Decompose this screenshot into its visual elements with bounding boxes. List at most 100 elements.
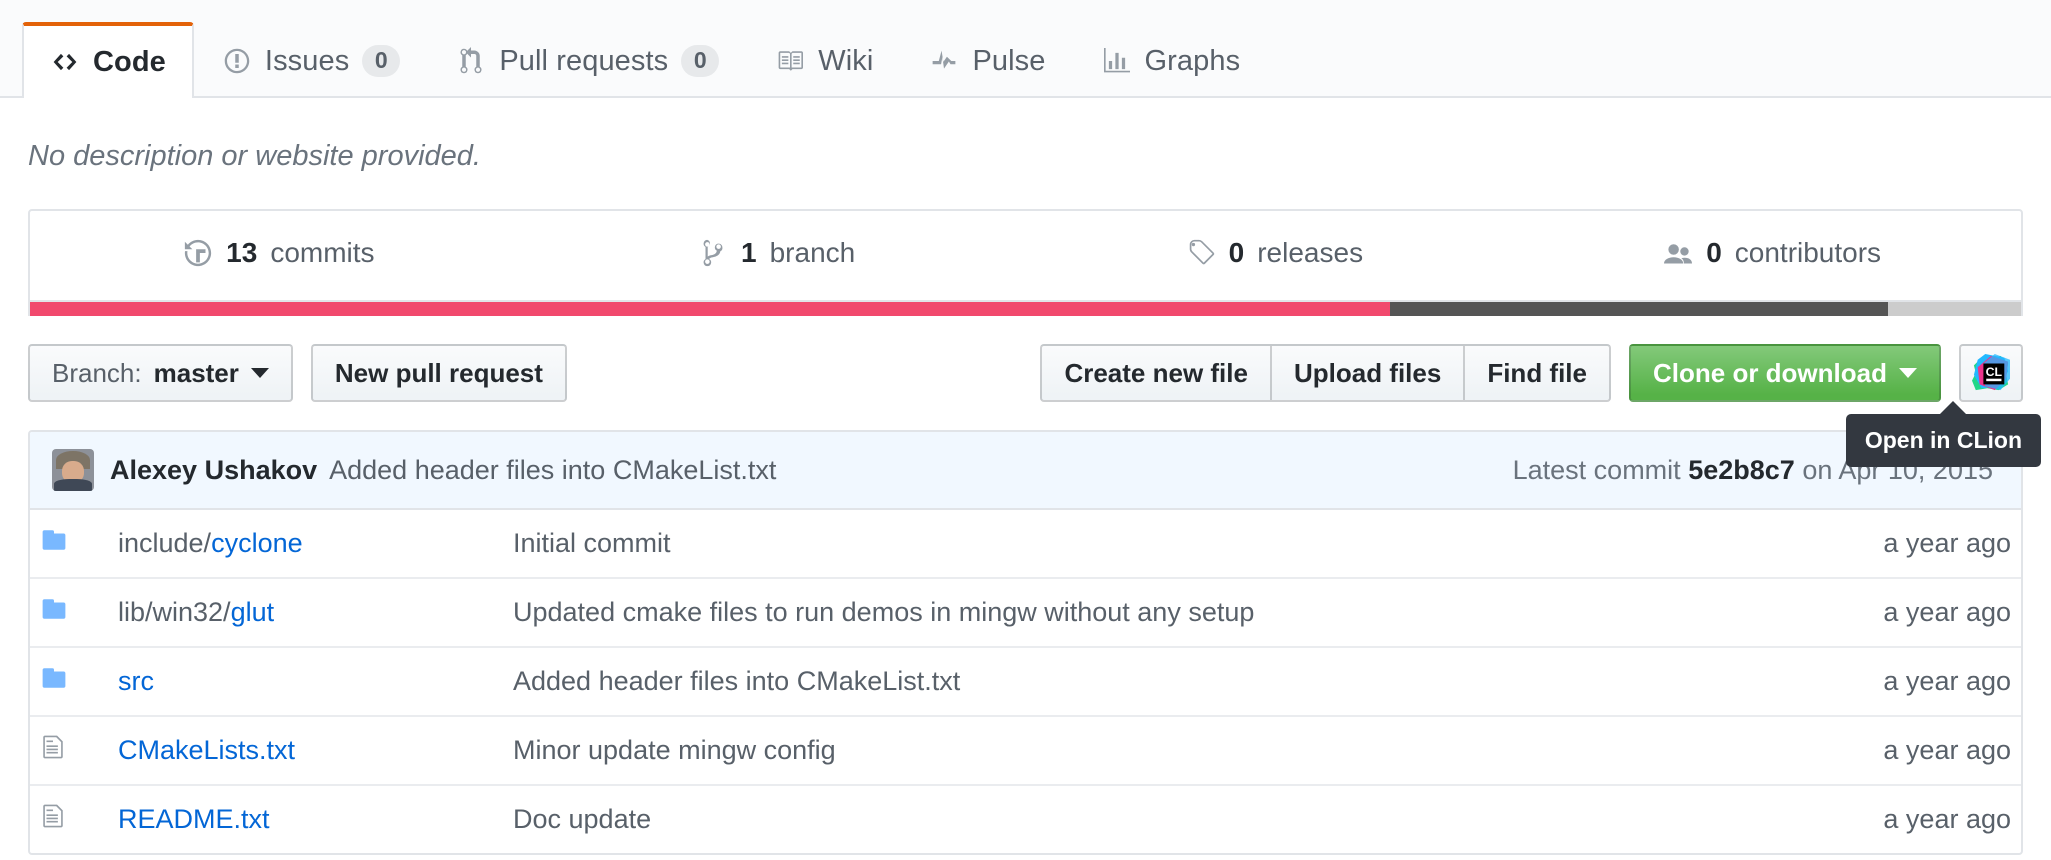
tab-wiki[interactable]: Wiki (747, 24, 901, 96)
avatar (52, 449, 94, 491)
file-navigation-toolbar: Branch: master New pull request Create n… (28, 344, 2041, 467)
file-name-cell: include/cyclone (108, 510, 503, 578)
file-commit-message-link[interactable]: Added header files into CMakeList.txt (513, 666, 960, 696)
repository-page: Code Issues 0 Pull requests 0 Wiki Pulse Graphs… (0, 0, 2051, 860)
file-age-cell: a year ago (1883, 528, 2011, 558)
summary-link-branch[interactable]: 1 branch (698, 237, 855, 269)
tab-label: Issues (264, 44, 350, 77)
file-message-cell: Updated cmake files to run demos in ming… (503, 578, 1775, 647)
file-icon-cell (30, 510, 108, 578)
summary-link-releases[interactable]: 0 releases (1186, 237, 1363, 269)
file-icon-cell (30, 785, 108, 853)
commit-sha-link[interactable]: 5e2b8c7 (1688, 455, 1795, 485)
tag-icon (1186, 238, 1216, 268)
commit-message-link[interactable]: Added header files into CMakeList.txt (329, 455, 776, 486)
summary-count: 0 (1228, 237, 1245, 268)
file-age-cell: a year ago (1883, 735, 2011, 765)
clone-or-download-label: Clone or download (1653, 358, 1887, 388)
pulse-icon (929, 46, 959, 76)
tab-graphs[interactable]: Graphs (1074, 24, 1269, 96)
file-name-cell: lib/win32/glut (108, 578, 503, 647)
file-directory-icon (40, 527, 68, 553)
repository-summary: 13 commits 1 branch 0 releases 0 contributors (28, 209, 2023, 302)
file-message-cell: Minor update mingw config (503, 716, 1775, 785)
file-directory-icon (40, 596, 68, 622)
find-file-button[interactable]: Find file (1463, 344, 1611, 402)
summary-count: 1 (741, 237, 757, 268)
tab-pull-requests[interactable]: Pull requests 0 (428, 24, 747, 96)
summary-label: branch (769, 237, 856, 268)
commit-date-preposition: on (1802, 454, 1833, 485)
file-name-link[interactable]: glut (231, 597, 275, 627)
summary-link-contributors[interactable]: 0 contributors (1663, 237, 1881, 269)
branch-name-label: master (153, 358, 239, 388)
file-age-cell: a year ago (1883, 666, 2011, 696)
file-icon-cell (30, 647, 108, 716)
create-new-file-button[interactable]: Create new file (1040, 344, 1272, 402)
file-message-cell: Initial commit (503, 510, 1775, 578)
file-name-link[interactable]: CMakeLists.txt (118, 735, 295, 765)
branch-select-button[interactable]: Branch: master (28, 344, 293, 402)
file-commit-message-link[interactable]: Initial commit (513, 528, 671, 558)
file-name-cell: src (108, 647, 503, 716)
summary-item-commits: 13 commits (30, 211, 528, 300)
file-age-cell: a year ago (1883, 597, 2011, 627)
history-icon (183, 238, 213, 268)
file-text-icon (40, 734, 66, 760)
clion-icon: CL (1972, 354, 2010, 392)
open-in-clion-tooltip: Open in CLion (1845, 401, 2041, 467)
open-in-clion-button[interactable]: CL (1959, 344, 2023, 402)
file-name-link[interactable]: cyclone (211, 528, 303, 558)
upload-files-button[interactable]: Upload files (1269, 344, 1466, 402)
file-actions-button-group: Create new file Upload files Find file (1040, 344, 1611, 402)
table-row: CMakeLists.txt Minor update mingw config a… (30, 716, 2021, 785)
repository-description: No description or website provided. (28, 140, 481, 172)
summary-label: commits (270, 237, 375, 268)
summary-count: 13 (226, 237, 258, 268)
tab-label: Wiki (818, 44, 874, 77)
file-name-link[interactable]: src (118, 666, 154, 696)
tab-code[interactable]: Code (22, 22, 194, 98)
code-icon (50, 47, 80, 77)
file-name-cell: README.txt (108, 785, 503, 853)
new-pull-request-button[interactable]: New pull request (310, 344, 567, 402)
tab-label: Code (93, 45, 166, 78)
file-name-link[interactable]: README.txt (118, 804, 270, 834)
file-path-prefix: lib/win32/ (118, 597, 231, 627)
summary-item-branch: 1 branch (528, 211, 1026, 300)
language-segment-other-language (1887, 302, 2021, 316)
tab-label: Pulse (972, 44, 1046, 77)
book-icon (775, 46, 805, 76)
table-row: src Added header files into CMakeList.txt… (30, 647, 2021, 716)
file-commit-message-link[interactable]: Doc update (513, 804, 651, 834)
summary-item-contributors: 0 contributors (1523, 211, 2021, 300)
tab-label: Pull requests (499, 44, 669, 77)
graph-icon (1102, 46, 1132, 76)
files-table: include/cyclone Initial commit a year ago l… (30, 510, 2021, 853)
tab-issues[interactable]: Issues 0 (194, 24, 428, 96)
chevron-down-icon (1899, 368, 1917, 378)
language-segment-pink-language (30, 302, 1390, 316)
commit-author-link[interactable]: Alexey Ushakov (110, 455, 317, 486)
file-directory-icon (40, 665, 68, 691)
tab-pulse[interactable]: Pulse (901, 24, 1073, 96)
file-list-container: Alexey Ushakov Added header files into C… (28, 430, 2023, 855)
summary-label: contributors (1734, 237, 1882, 268)
file-commit-message-link[interactable]: Minor update mingw config (513, 735, 836, 765)
table-row: lib/win32/glut Updated cmake files to run… (30, 578, 2021, 647)
file-commit-message-link[interactable]: Updated cmake files to run demos in ming… (513, 597, 1254, 627)
table-row: include/cyclone Initial commit a year ago (30, 510, 2021, 578)
tab-counter: 0 (362, 45, 401, 77)
clone-or-download-button[interactable]: Clone or download (1629, 344, 1941, 402)
file-message-cell: Doc update (503, 785, 1775, 853)
file-text-icon (40, 803, 66, 829)
tab-counter: 0 (681, 45, 720, 77)
branch-prefix-label: Branch: (52, 358, 142, 388)
tab-label: Graphs (1144, 44, 1241, 77)
file-age-cell: a year ago (1883, 804, 2011, 834)
file-name-cell: CMakeLists.txt (108, 716, 503, 785)
language-segment-gray-language (1389, 302, 1888, 316)
git-pull-request-icon (456, 46, 486, 76)
summary-link-commits[interactable]: 13 commits (183, 237, 375, 269)
latest-commit-bar: Alexey Ushakov Added header files into C… (30, 432, 2021, 510)
